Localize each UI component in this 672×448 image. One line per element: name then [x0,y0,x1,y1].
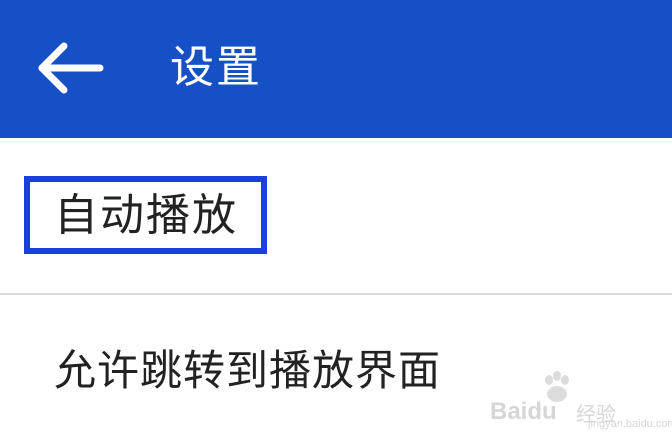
watermark-url: jingyan.baidu.com [588,418,672,430]
watermark-brand: Baidu [490,398,557,425]
setting-item-label: 允许跳转到播放界面 [54,346,442,395]
arrow-left-icon [38,42,104,94]
section-title: 自动播放 [54,190,238,241]
section-header-autoplay: 自动播放 [0,138,672,294]
baidu-watermark: Baidu 经验 jingyan.baidu.com [490,370,672,432]
app-bar: 设置 [0,0,672,138]
settings-screen: 设置 自动播放 允许跳转到播放界面 Baidu 经验 jingyan.baidu… [0,0,672,448]
page-title: 设置 [170,42,262,93]
back-button[interactable] [30,36,110,100]
